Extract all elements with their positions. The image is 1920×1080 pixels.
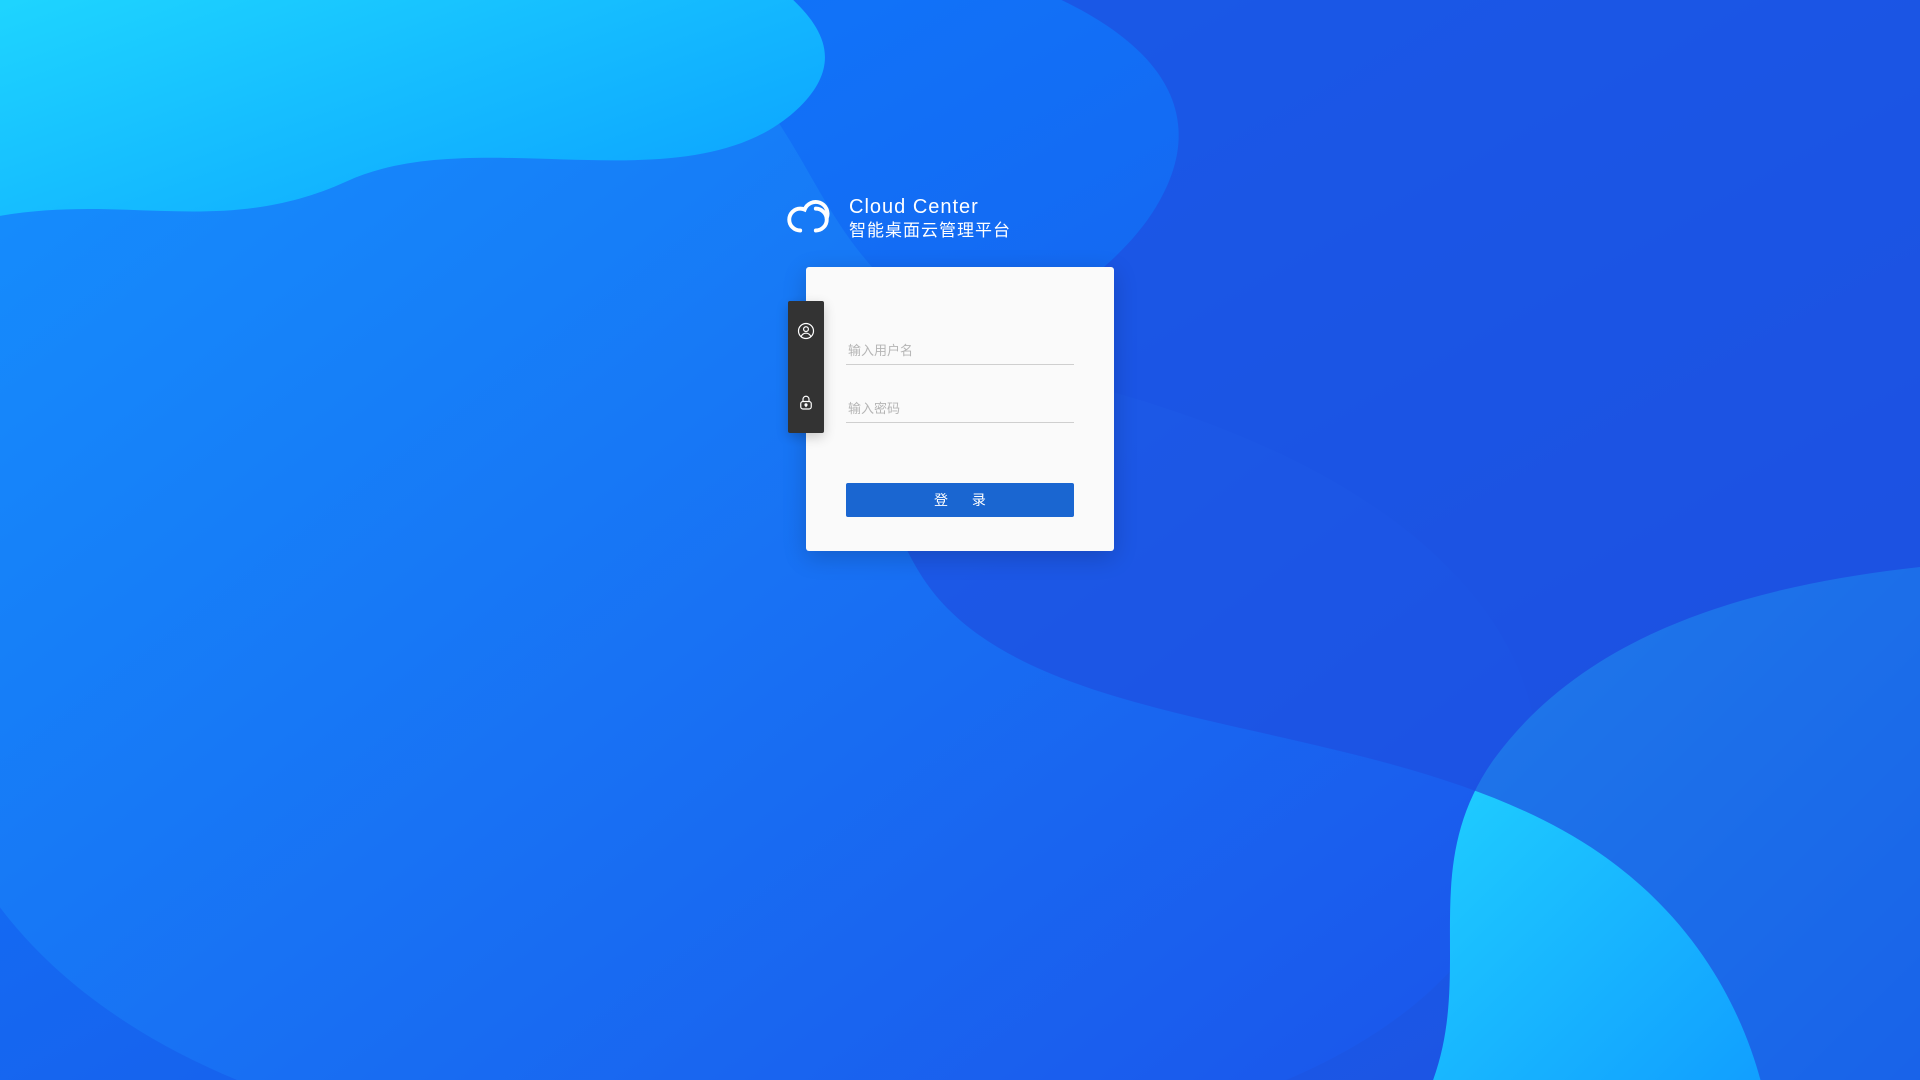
username-input[interactable] (846, 337, 1074, 365)
user-icon (796, 321, 816, 341)
login-icon-rail (788, 301, 824, 433)
password-input[interactable] (846, 395, 1074, 423)
cloud-logo-icon (783, 198, 833, 238)
brand-title-en: Cloud Center (849, 195, 1011, 220)
lock-icon (796, 393, 816, 413)
login-card: 登 录 (806, 267, 1114, 551)
brand-title-cn: 智能桌面云管理平台 (849, 220, 1011, 241)
brand: Cloud Center 智能桌面云管理平台 (783, 195, 1011, 241)
login-button[interactable]: 登 录 (846, 483, 1074, 517)
